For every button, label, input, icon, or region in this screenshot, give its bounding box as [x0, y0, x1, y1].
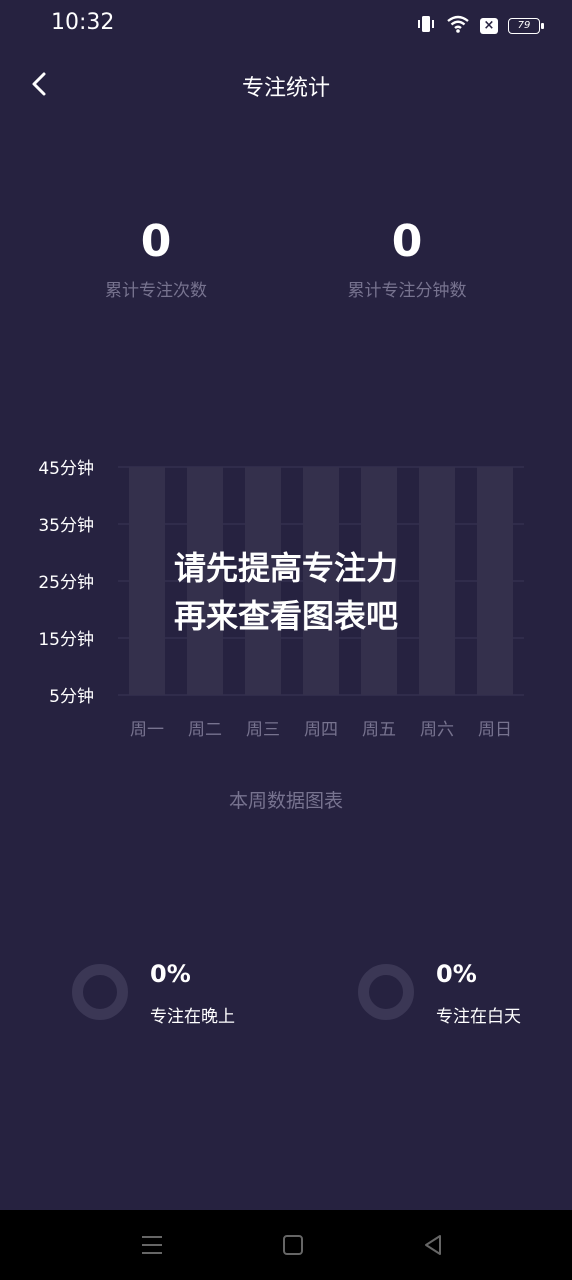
chart-caption: 本周数据图表	[228, 790, 343, 812]
day-percent: 0%	[436, 960, 477, 988]
x-tick-label: 周五	[362, 720, 396, 740]
total-sessions-stat: 0 累计专注次数	[56, 212, 256, 301]
x-tick-label: 周六	[420, 720, 454, 740]
total-sessions-label: 累计专注次数	[105, 281, 207, 301]
home-button[interactable]	[278, 1230, 308, 1260]
chart-canvas: 45分钟 35分钟 25分钟 15分钟 5分钟周一 周二 周三 周四 周五 周六 周日	[38, 459, 524, 740]
status-time: 10:32	[51, 10, 115, 35]
vibrate-icon	[416, 14, 436, 38]
x-tick-label: 周三	[246, 720, 280, 740]
chart-bar	[303, 467, 339, 695]
y-tick-label: 5分钟	[49, 687, 94, 707]
notification-x-icon: ×	[480, 18, 498, 34]
home-icon	[278, 1235, 308, 1264]
back-triangle-icon	[418, 1235, 448, 1264]
system-nav-bar	[0, 1210, 572, 1280]
system-back-button[interactable]	[418, 1230, 448, 1260]
chart-bar	[245, 467, 281, 695]
y-tick-label: 25分钟	[38, 573, 94, 593]
chart-bar	[477, 467, 513, 695]
weekly-focus-chart: 45分钟 35分钟 25分钟 15分钟 5分钟 周一 周二 周三 周四 周五 周六 周日 请先提高专注…	[0, 440, 572, 760]
menu-icon	[137, 1236, 167, 1264]
day-label: 专注在白天	[436, 1007, 521, 1027]
x-tick-label: 周日	[478, 720, 512, 740]
chart-bar	[129, 467, 165, 695]
night-donut-chart	[72, 964, 128, 1020]
chart-bar	[361, 467, 397, 695]
wifi-icon	[446, 14, 470, 38]
page-title: 专注统计	[241, 76, 330, 101]
night-focus-stat: 0% 专注在晚上	[72, 960, 272, 1027]
menu-button[interactable]	[137, 1230, 167, 1260]
header-bar: 专注统计	[0, 60, 572, 110]
chart-bar	[187, 467, 223, 695]
y-tick-label: 45分钟	[38, 459, 94, 479]
total-minutes-value: 0	[391, 216, 423, 267]
battery-icon: 79	[508, 18, 544, 34]
total-sessions-value: 0	[140, 216, 172, 267]
status-icons: × 79	[416, 14, 544, 38]
status-bar: 10:32 × 79	[0, 0, 572, 52]
night-label: 专注在晚上	[150, 1007, 235, 1027]
chart-bar	[419, 467, 455, 695]
day-donut-chart	[358, 964, 414, 1020]
x-tick-label: 周四	[304, 720, 338, 740]
x-tick-label: 周一	[130, 720, 164, 740]
total-minutes-label: 累计专注分钟数	[347, 281, 467, 301]
night-percent: 0%	[150, 960, 191, 988]
y-tick-label: 35分钟	[38, 516, 94, 536]
battery-level: 79	[517, 20, 531, 31]
day-focus-stat: 0% 专注在白天	[358, 960, 558, 1027]
x-tick-label: 周二	[188, 720, 222, 740]
total-minutes-stat: 0 累计专注分钟数	[307, 212, 507, 301]
y-tick-label: 15分钟	[38, 630, 94, 650]
